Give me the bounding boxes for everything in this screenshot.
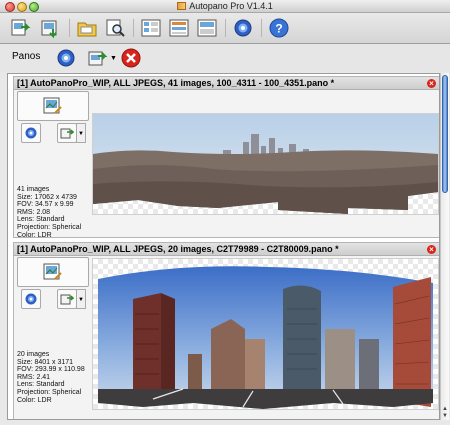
export-icon (88, 51, 108, 66)
edit-image-icon (43, 97, 62, 114)
toolbar-separator (225, 19, 226, 37)
scrollbar-thumb[interactable] (442, 75, 448, 193)
settings-gear-icon (25, 127, 37, 139)
panel-layout-2-icon (169, 19, 189, 37)
open-folder-icon (77, 22, 97, 37)
info-images: 20 images (17, 351, 50, 358)
pano-preview[interactable] (92, 113, 439, 215)
info-color: Color: LDR (17, 396, 52, 404)
help-icon: ? (269, 18, 289, 38)
panos-export-button[interactable] (86, 47, 108, 69)
pano-info: 20 images Size: 8401 x 3171 FOV: 293.99 … (17, 351, 85, 404)
info-rms: RMS: 2.41 (17, 373, 51, 381)
pano-info: 41 images Size: 17062 x 4739 FOV: 34.57 … (17, 186, 81, 239)
info-size: Size: 8401 x 3171 (17, 358, 74, 366)
export-button[interactable] (57, 123, 77, 143)
title-bar: Autopano Pro V1.4.1 (0, 0, 450, 13)
new-project-icon (11, 19, 31, 36)
pano-title: [1] AutoPanoPro_WIP, ALL JPEGS, 41 image… (14, 77, 439, 90)
settings-gear-icon (57, 49, 75, 67)
pano-title: [1] AutoPanoPro_WIP, ALL JPEGS, 20 image… (14, 243, 439, 256)
render-button[interactable] (21, 123, 41, 143)
close-icon[interactable]: × (427, 79, 436, 88)
info-lens: Lens: Standard (17, 381, 65, 389)
search-folder-icon (106, 19, 125, 37)
info-size: Size: 17062 x 4739 (17, 193, 77, 201)
toolbar-separator (133, 19, 134, 37)
search-folder-button[interactable] (104, 17, 126, 39)
chevron-down-icon[interactable]: ▼ (76, 289, 86, 309)
settings-gear-icon (234, 19, 252, 37)
panos-remove-button[interactable] (120, 47, 142, 69)
pano-title-text: [1] AutoPanoPro_WIP, ALL JPEGS, 20 image… (17, 244, 339, 254)
chevron-down-icon[interactable]: ▼ (110, 55, 117, 62)
chevron-down-icon[interactable]: ▼ (76, 123, 86, 143)
pano-title-text: [1] AutoPanoPro_WIP, ALL JPEGS, 41 image… (17, 78, 335, 88)
window-title: Autopano Pro V1.4.1 (0, 0, 450, 12)
export-icon (60, 128, 74, 139)
info-lens: Lens: Standard (17, 216, 65, 224)
edit-pano-button[interactable] (17, 257, 89, 287)
export-button[interactable] (57, 289, 77, 309)
layout-3-button[interactable] (196, 17, 218, 39)
panos-header: Panos ▼ (0, 44, 450, 72)
panos-list[interactable]: [1] AutoPanoPro_WIP, ALL JPEGS, 41 image… (7, 73, 440, 420)
toolbar-separator (261, 19, 262, 37)
panos-render-button[interactable] (55, 47, 77, 69)
main-toolbar: ? (0, 13, 450, 44)
layout-1-button[interactable] (140, 17, 162, 39)
info-fov: FOV: 293.99 x 110.98 (17, 366, 85, 374)
new-project-button[interactable] (9, 17, 31, 39)
edit-image-icon (43, 263, 62, 280)
close-icon[interactable]: × (427, 245, 436, 254)
info-images: 41 images (17, 186, 50, 193)
pano-panel: [1] AutoPanoPro_WIP, ALL JPEGS, 41 image… (13, 76, 439, 239)
export-icon (60, 294, 74, 305)
toolbar-separator (69, 19, 70, 37)
panel-layout-1-icon (141, 19, 161, 37)
window-title-text: Autopano Pro V1.4.1 (189, 1, 273, 11)
panorama-image (98, 266, 433, 409)
settings-gear-icon (25, 293, 37, 305)
pano-panel: [1] AutoPanoPro_WIP, ALL JPEGS, 20 image… (13, 242, 439, 419)
scroll-arrows[interactable]: ▲ ▼ (441, 406, 449, 420)
layout-2-button[interactable] (168, 17, 190, 39)
panorama-image (93, 114, 438, 214)
edit-pano-button[interactable] (17, 91, 89, 121)
settings-button[interactable] (232, 17, 254, 39)
pano-preview[interactable] (92, 258, 439, 410)
help-button[interactable]: ? (268, 17, 290, 39)
vertical-scrollbar[interactable]: ▲ ▼ (440, 73, 449, 420)
info-rms: RMS: 2.08 (17, 208, 51, 216)
panel-layout-3-icon (197, 19, 217, 37)
info-fov: FOV: 34.57 x 9.99 (17, 201, 74, 209)
info-color: Color: LDR (17, 231, 52, 239)
open-folder-button[interactable] (76, 17, 98, 39)
save-project-icon (41, 20, 57, 39)
svg-text:?: ? (275, 22, 282, 36)
app-icon (177, 2, 187, 10)
panos-label: Panos (12, 51, 41, 62)
info-projection: Projection: Spherical (17, 388, 82, 396)
save-project-button[interactable] (39, 17, 61, 39)
remove-icon (121, 48, 141, 68)
app-window: Autopano Pro V1.4.1 ? Panos ▼ [1] AutoPa… (0, 0, 450, 425)
render-button[interactable] (21, 289, 41, 309)
info-projection: Projection: Spherical (17, 223, 82, 231)
